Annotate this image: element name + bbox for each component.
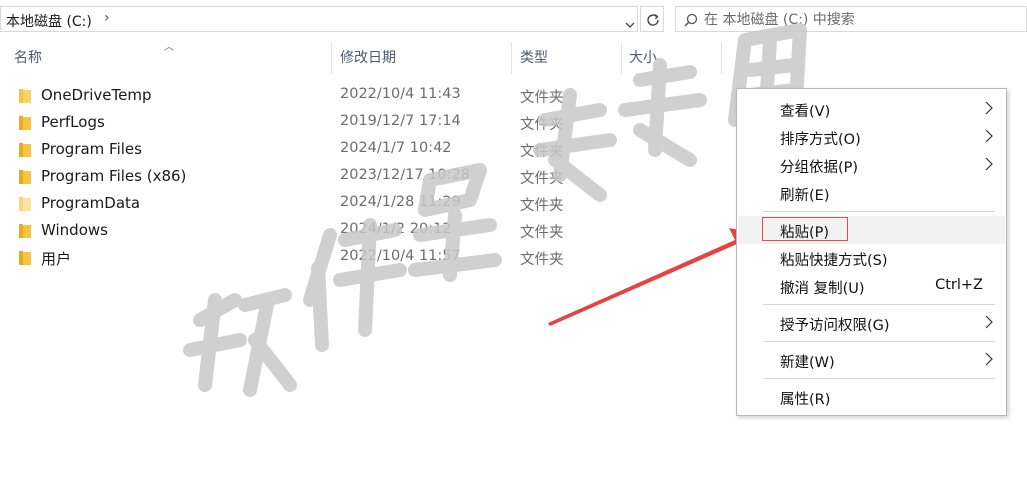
context-menu: 查看(V) 排序方式(O) 分组依据(P) 刷新(E) 粘贴(P) 粘贴快捷方式… xyxy=(736,88,1007,416)
file-date: 2023/12/17 10:28 xyxy=(340,167,470,183)
column-name[interactable]: 名称 xyxy=(14,40,42,76)
file-name: 用户 xyxy=(41,250,72,268)
file-row[interactable]: Program Files (x86) 2023/12/17 10:28 文件夹 xyxy=(0,163,730,190)
column-size[interactable]: 大小 xyxy=(629,40,657,76)
file-name: Windows xyxy=(41,221,108,239)
menu-separator xyxy=(763,304,995,305)
menu-item-sort[interactable]: 排序方式(O) xyxy=(738,123,1005,151)
chevron-right-icon xyxy=(985,352,993,366)
menu-item-grant-access[interactable]: 授予访问权限(G) xyxy=(738,309,1005,337)
file-type: 文件夹 xyxy=(520,225,564,241)
file-date: 2024/1/7 10:42 xyxy=(340,140,452,156)
menu-item-refresh[interactable]: 刷新(E) xyxy=(738,179,1005,207)
file-row[interactable]: PerfLogs 2019/12/7 17:14 文件夹 xyxy=(0,109,730,136)
menu-label: 授予访问权限(G) xyxy=(780,318,890,334)
column-divider[interactable] xyxy=(331,42,332,74)
menu-label: 查看(V) xyxy=(780,104,831,120)
file-name: Program Files (x86) xyxy=(41,167,187,185)
folder-icon xyxy=(19,89,31,103)
file-date: 2024/1/28 11:29 xyxy=(340,194,461,210)
column-divider[interactable] xyxy=(621,42,622,74)
menu-item-view[interactable]: 查看(V) xyxy=(738,95,1005,123)
file-name: Program Files xyxy=(41,140,142,158)
menu-item-paste-shortcut[interactable]: 粘贴快捷方式(S) xyxy=(738,244,1005,272)
file-row[interactable]: OneDriveTemp 2022/10/4 11:43 文件夹 xyxy=(0,82,730,109)
search-box[interactable] xyxy=(675,6,1027,32)
folder-icon xyxy=(19,251,31,265)
column-divider[interactable] xyxy=(511,42,512,74)
chevron-down-icon[interactable] xyxy=(625,14,635,33)
file-row[interactable]: ProgramData 2024/1/28 11:29 文件夹 xyxy=(0,190,730,217)
search-icon xyxy=(684,13,698,27)
address-bar[interactable]: 本地磁盘 (C:) › xyxy=(0,6,638,32)
menu-separator xyxy=(763,211,995,212)
file-row[interactable]: Program Files 2024/1/7 10:42 文件夹 xyxy=(0,136,730,163)
file-date: 2024/1/2 20:12 xyxy=(340,221,452,237)
file-type: 文件夹 xyxy=(520,252,564,268)
file-row[interactable]: 用户 2022/10/4 11:57 文件夹 xyxy=(0,244,730,271)
file-date: 2019/12/7 17:14 xyxy=(340,113,461,129)
file-name: PerfLogs xyxy=(41,113,105,131)
refresh-button[interactable] xyxy=(640,6,664,32)
folder-icon xyxy=(19,116,31,130)
column-type[interactable]: 类型 xyxy=(520,40,548,76)
menu-item-group[interactable]: 分组依据(P) xyxy=(738,151,1005,179)
file-type: 文件夹 xyxy=(520,171,564,187)
folder-icon xyxy=(19,143,31,157)
menu-separator xyxy=(763,378,995,379)
menu-separator xyxy=(763,341,995,342)
menu-item-properties[interactable]: 属性(R) xyxy=(738,383,1005,411)
column-date[interactable]: 修改日期 xyxy=(340,40,396,76)
menu-item-paste[interactable]: 粘贴(P) xyxy=(738,216,1005,244)
file-type: 文件夹 xyxy=(520,90,564,106)
menu-label: 撤消 复制(U) xyxy=(780,281,865,297)
folder-icon xyxy=(19,170,31,184)
menu-label: 粘贴快捷方式(S) xyxy=(780,253,888,269)
file-row[interactable]: Windows 2024/1/2 20:12 文件夹 xyxy=(0,217,730,244)
search-input[interactable] xyxy=(702,10,1006,30)
menu-label: 刷新(E) xyxy=(780,188,830,204)
chevron-right-icon xyxy=(985,315,993,329)
chevron-right-icon xyxy=(985,129,993,143)
file-date: 2022/10/4 11:57 xyxy=(340,248,461,264)
menu-label: 分组依据(P) xyxy=(780,160,859,176)
folder-icon xyxy=(19,197,31,211)
sort-ascending-icon: ︿ xyxy=(164,42,174,53)
chevron-right-icon[interactable]: › xyxy=(104,10,110,26)
column-header: ︿ 名称 修改日期 类型 大小 xyxy=(0,40,730,76)
menu-item-undo[interactable]: 撤消 复制(U) Ctrl+Z xyxy=(738,272,1005,300)
menu-label: 排序方式(O) xyxy=(780,132,861,148)
address-toolbar: 本地磁盘 (C:) › xyxy=(0,0,1027,38)
file-type: 文件夹 xyxy=(520,117,564,133)
refresh-icon xyxy=(647,13,659,26)
folder-icon xyxy=(19,224,31,238)
column-divider[interactable] xyxy=(721,42,722,74)
address-path[interactable]: 本地磁盘 (C:) xyxy=(6,11,92,31)
menu-shortcut: Ctrl+Z xyxy=(935,277,983,293)
file-name: ProgramData xyxy=(41,194,141,212)
chevron-right-icon xyxy=(985,157,993,171)
menu-label: 新建(W) xyxy=(780,355,835,371)
file-name: OneDriveTemp xyxy=(41,86,152,104)
file-date: 2022/10/4 11:43 xyxy=(340,86,461,102)
file-type: 文件夹 xyxy=(520,144,564,160)
menu-item-new[interactable]: 新建(W) xyxy=(738,346,1005,374)
file-type: 文件夹 xyxy=(520,198,564,214)
menu-label: 属性(R) xyxy=(780,392,831,408)
menu-label: 粘贴(P) xyxy=(780,225,830,241)
chevron-right-icon xyxy=(985,101,993,115)
